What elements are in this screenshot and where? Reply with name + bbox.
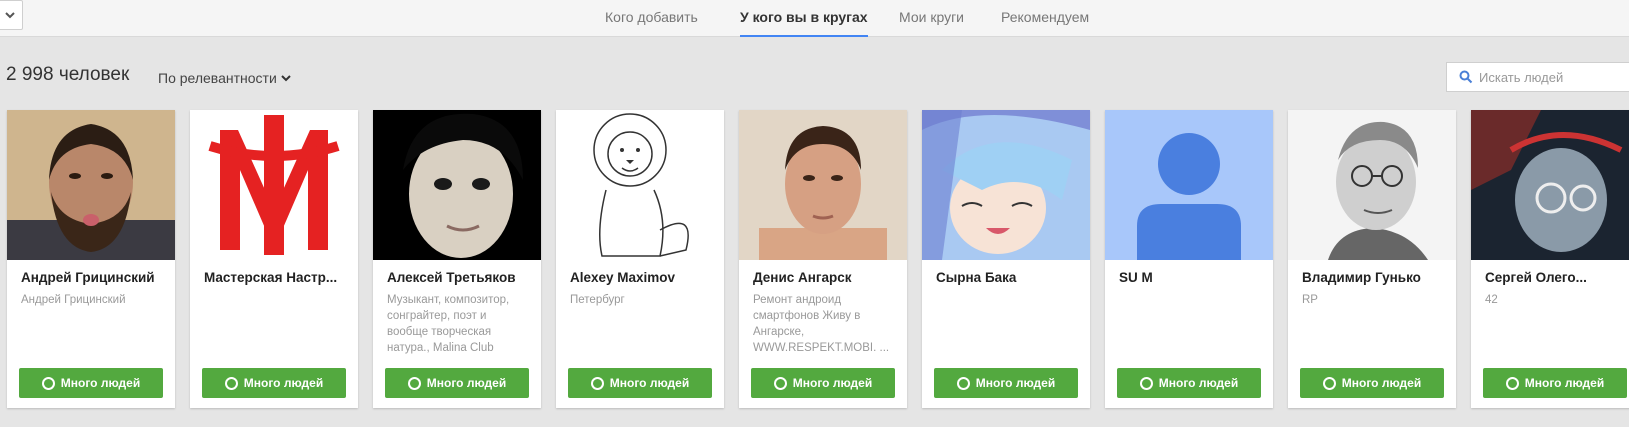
circle-icon (590, 376, 604, 390)
person-name[interactable]: Денис Ангарск (753, 270, 897, 285)
add-button-label: Много людей (60, 376, 141, 390)
avatar (373, 110, 541, 260)
person-card[interactable]: Мастерская Настр... Много людей (190, 110, 358, 408)
add-to-circles-button[interactable]: Много людей (1117, 368, 1261, 398)
person-name[interactable]: Мастерская Настр... (204, 270, 348, 285)
person-subtitle: Андрей Грицинский (21, 294, 126, 306)
add-to-circles-button[interactable]: Много людей (568, 368, 712, 398)
person-card[interactable]: Сырна Бака Много людей (922, 110, 1090, 408)
person-name[interactable]: Андрей Грицинский (21, 270, 165, 285)
search-box[interactable] (1446, 62, 1629, 92)
add-button-label: Много людей (975, 376, 1056, 390)
add-button-label: Много людей (1158, 376, 1239, 390)
person-name[interactable]: Сырна Бака (936, 270, 1080, 285)
person-card[interactable]: Владимир Гунько RP Много людей (1288, 110, 1456, 408)
circle-icon (1139, 376, 1153, 390)
chevron-down-icon (281, 75, 291, 82)
person-name[interactable]: Владимир Гунько (1302, 270, 1446, 285)
person-card[interactable]: Сергей Олего... 42 Много людей (1471, 110, 1629, 408)
add-to-circles-button[interactable]: Много людей (1483, 368, 1627, 398)
circle-icon (407, 376, 421, 390)
tabs: Кого добавить У кого вы в кругах Мои кру… (0, 0, 1629, 37)
add-button-label: Много людей (792, 376, 873, 390)
tab-in-whose-circles[interactable]: У кого вы в кругах (740, 0, 868, 37)
sort-label: По релевантности (158, 70, 277, 86)
top-navigation-bar: Кого добавить У кого вы в кругах Мои кру… (0, 0, 1629, 37)
person-name[interactable]: Alexey Maximov (570, 270, 714, 285)
avatar (1288, 110, 1456, 260)
add-to-circles-button[interactable]: Много людей (934, 368, 1078, 398)
circle-icon (224, 376, 238, 390)
person-name[interactable]: Сергей Олего... (1485, 270, 1629, 285)
avatar (739, 110, 907, 260)
person-card[interactable]: Денис Ангарск Ремонт андроид смартфонов … (739, 110, 907, 408)
person-name[interactable]: Алексей Третьяков (387, 270, 531, 285)
tab-who-to-add[interactable]: Кого добавить (605, 0, 698, 37)
add-button-label: Много людей (1341, 376, 1422, 390)
sort-dropdown[interactable]: По релевантности (158, 70, 291, 86)
person-subtitle: 42 (1485, 294, 1498, 306)
add-to-circles-button[interactable]: Много людей (751, 368, 895, 398)
people-count: 2 998 человек (6, 64, 130, 85)
person-subtitle: Музыкант, композитор, сонграйтер, поэт и… (387, 294, 510, 354)
add-button-label: Много людей (426, 376, 507, 390)
circle-icon (956, 376, 970, 390)
person-name[interactable]: SU M (1119, 270, 1263, 285)
add-to-circles-button[interactable]: Много людей (202, 368, 346, 398)
add-to-circles-button[interactable]: Много людей (19, 368, 163, 398)
avatar (1471, 110, 1629, 260)
person-card[interactable]: Alexey Maximov Петербург Много людей (556, 110, 724, 408)
circle-icon (1505, 376, 1519, 390)
tab-my-circles[interactable]: Мои круги (899, 0, 964, 37)
circle-icon (1322, 376, 1336, 390)
avatar (556, 110, 724, 260)
add-button-label: Много людей (1524, 376, 1605, 390)
person-card[interactable]: Алексей Третьяков Музыкант, композитор, … (373, 110, 541, 408)
person-subtitle: Ремонт андроид смартфонов Живу в Ангарск… (753, 294, 890, 354)
circle-icon (773, 376, 787, 390)
add-button-label: Много людей (609, 376, 690, 390)
person-subtitle: RP (1302, 294, 1318, 306)
add-button-label: Много людей (243, 376, 324, 390)
tab-recommended[interactable]: Рекомендуем (1001, 0, 1089, 37)
circle-icon (41, 376, 55, 390)
search-input[interactable] (1479, 69, 1619, 85)
person-subtitle: Петербург (570, 294, 625, 306)
avatar (7, 110, 175, 260)
person-card[interactable]: SU M Много людей (1105, 110, 1273, 408)
add-to-circles-button[interactable]: Много людей (1300, 368, 1444, 398)
avatar (1105, 110, 1273, 260)
person-card[interactable]: Андрей Грицинский Андрей Грицинский Мног… (7, 110, 175, 408)
add-to-circles-button[interactable]: Много людей (385, 368, 529, 398)
search-icon (1459, 70, 1473, 84)
avatar (922, 110, 1090, 260)
avatar (190, 110, 358, 260)
